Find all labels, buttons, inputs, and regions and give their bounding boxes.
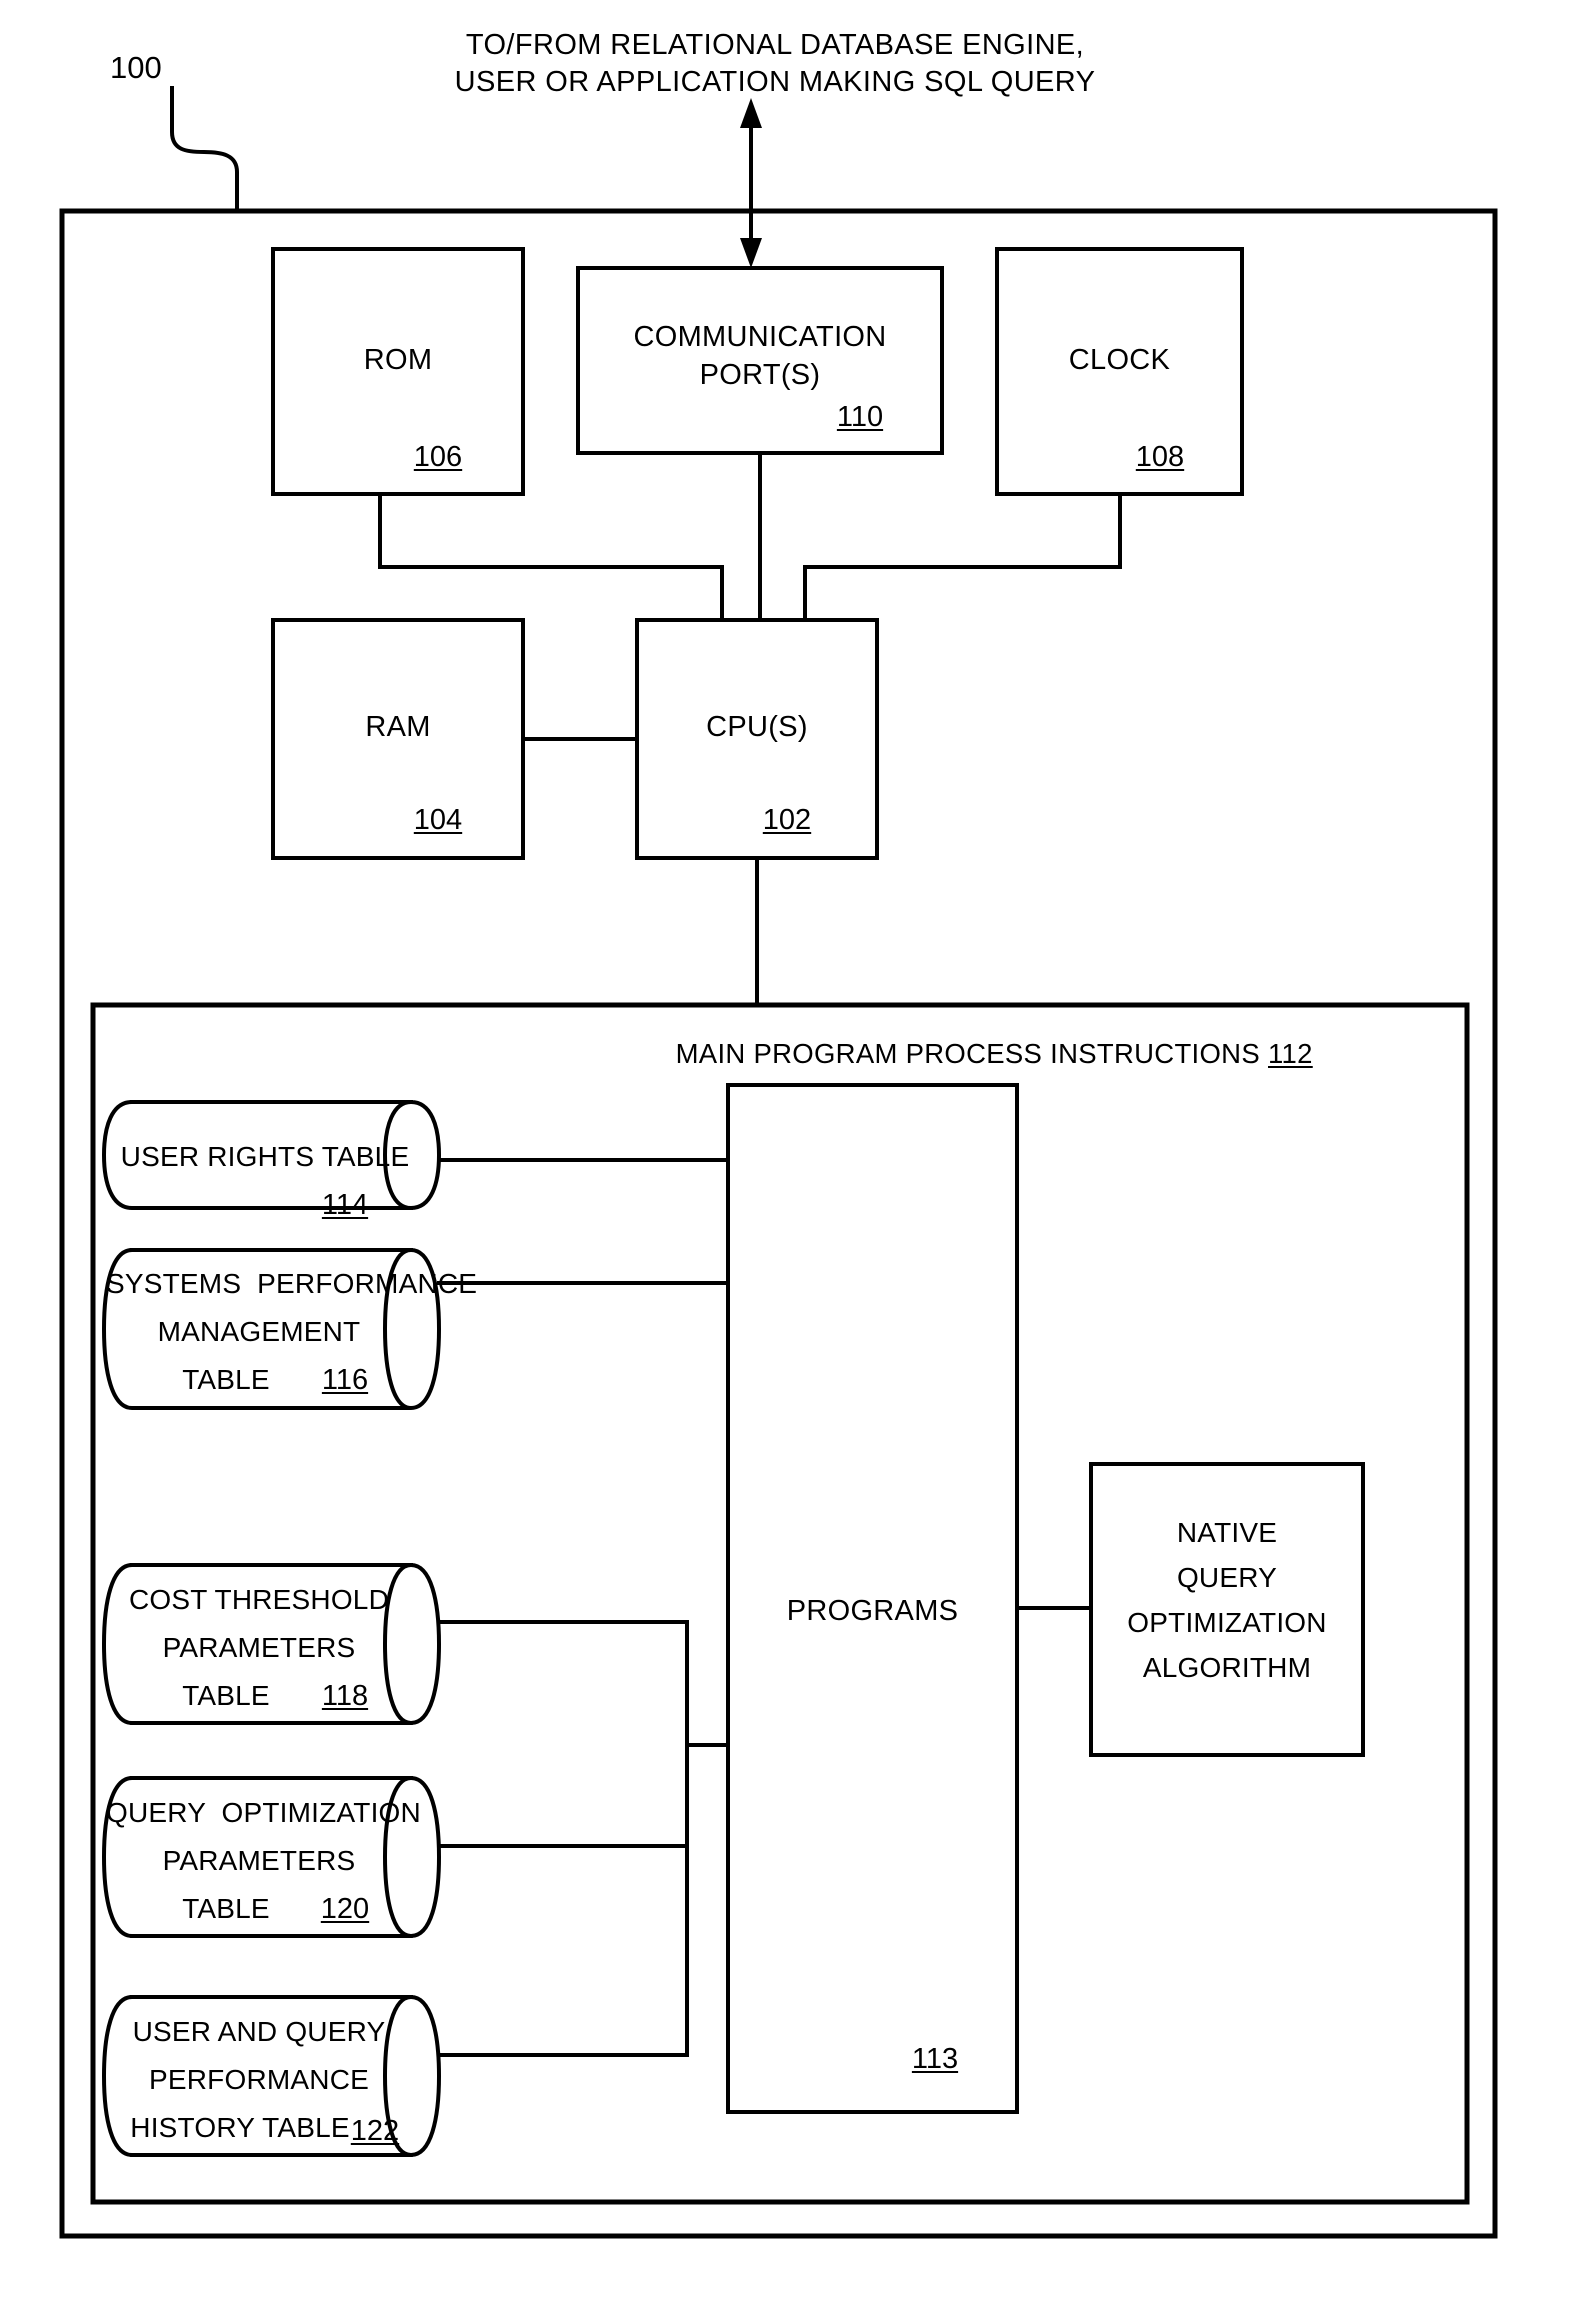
cpu-label: CPU(S) bbox=[706, 711, 808, 743]
ram-label: RAM bbox=[365, 711, 431, 743]
cylinder-118-line-2: PARAMETERS bbox=[162, 1632, 356, 1663]
programs-ref: 113 bbox=[911, 2043, 959, 2075]
external-link-arrow-head-down bbox=[740, 238, 762, 268]
ref-100-leader-line bbox=[170, 86, 239, 213]
cylinder-114-ref: 114 bbox=[321, 1189, 369, 1221]
top-caption-line-1: TO/FROM RELATIONAL DATABASE ENGINE, bbox=[465, 29, 1085, 61]
ram-ref: 104 bbox=[413, 804, 463, 836]
cylinder-116-line-2: MANAGEMENT bbox=[157, 1316, 361, 1347]
cylinder-118-ref: 118 bbox=[321, 1680, 369, 1712]
native-algorithm-line-2: QUERY bbox=[1176, 1562, 1278, 1593]
external-link-arrow-head-up bbox=[740, 98, 762, 128]
native-algorithm-line-4: ALGORITHM bbox=[1142, 1652, 1312, 1683]
cylinder-116-ref: 116 bbox=[321, 1364, 369, 1396]
clock-ref: 108 bbox=[1135, 441, 1185, 473]
cylinder-114-line-1: USER RIGHTS TABLE bbox=[120, 1141, 410, 1172]
patent-figure-canvas: TO/FROM RELATIONAL DATABASE ENGINE, USER… bbox=[0, 0, 1570, 2297]
programs-label: PROGRAMS bbox=[786, 1595, 959, 1627]
cylinder-122-ref: 122 bbox=[350, 2115, 400, 2147]
communication-port-label-line-2: PORT(S) bbox=[699, 359, 821, 391]
communication-port-ref: 110 bbox=[836, 401, 884, 433]
cylinder-122-line-1: USER AND QUERY bbox=[132, 2016, 386, 2047]
system-ref-100: 100 bbox=[110, 50, 162, 85]
system-outer-frame bbox=[59, 208, 1498, 2239]
cylinder-120-line-1: QUERY OPTIMIZATION bbox=[106, 1797, 421, 1828]
cylinder-120-line-2: PARAMETERS bbox=[162, 1845, 356, 1876]
communication-port-label-line-1: COMMUNICATION bbox=[633, 321, 887, 353]
main-program-header-ref: 112 bbox=[1268, 1038, 1313, 1069]
clock-label: CLOCK bbox=[1068, 344, 1171, 376]
top-caption-line-2: USER OR APPLICATION MAKING SQL QUERY bbox=[454, 66, 1096, 98]
lower-cylinders-bus bbox=[437, 1620, 689, 2057]
native-algorithm-line-1: NATIVE bbox=[1176, 1517, 1278, 1548]
cpu-ref: 102 bbox=[762, 804, 812, 836]
native-algorithm-line-3: OPTIMIZATION bbox=[1127, 1607, 1327, 1638]
clock-to-cpu-connector bbox=[803, 492, 1122, 622]
cylinder-118-line-1: COST THRESHOLD bbox=[128, 1584, 390, 1615]
main-program-header-text: MAIN PROGRAM PROCESS INSTRUCTIONS bbox=[675, 1038, 1260, 1069]
rom-label: ROM bbox=[363, 344, 433, 376]
rom-to-cpu-connector bbox=[378, 492, 724, 622]
cylinder-116-line-1: SYSTEMS PERFORMANCE bbox=[106, 1268, 478, 1299]
cylinder-122-line-2: PERFORMANCE bbox=[149, 2064, 369, 2095]
cylinder-120-ref: 120 bbox=[320, 1893, 370, 1925]
rom-ref: 106 bbox=[413, 441, 463, 473]
